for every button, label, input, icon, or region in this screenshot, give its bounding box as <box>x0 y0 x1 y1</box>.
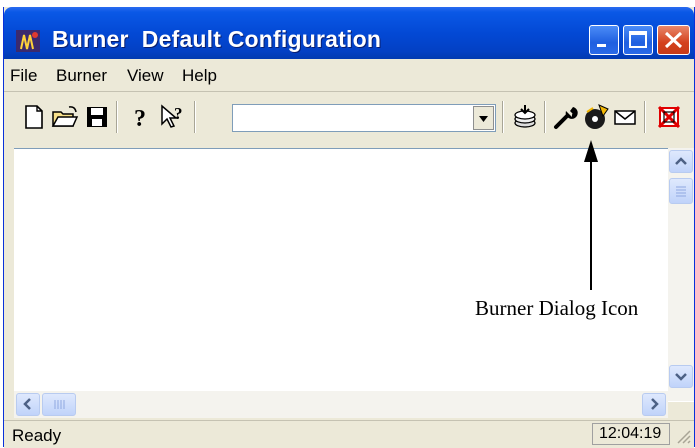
chevron-down-icon <box>675 373 687 381</box>
horizontal-scrollbar[interactable] <box>14 391 668 418</box>
horizontal-scroll-thumb[interactable] <box>42 393 76 416</box>
status-text: Ready <box>12 426 62 445</box>
title-bar[interactable]: Burner Default Configuration <box>4 7 694 59</box>
open-folder-icon[interactable] <box>51 103 79 131</box>
toolbar-separator <box>644 101 646 133</box>
stop-cancel-icon[interactable] <box>655 103 683 131</box>
context-help-icon[interactable]: ? <box>159 103 187 131</box>
new-file-icon[interactable] <box>20 103 48 131</box>
window-title: Burner Default Configuration <box>52 26 382 52</box>
menu-bar: File Burner View Help <box>4 59 694 92</box>
scroll-right-button[interactable] <box>642 393 666 416</box>
svg-text:?: ? <box>174 104 183 123</box>
status-bar: Ready 12:04:19 <box>4 420 694 448</box>
scroll-up-button[interactable] <box>669 150 693 173</box>
burner-dialog-icon[interactable] <box>582 103 610 131</box>
configuration-combo[interactable] <box>232 104 496 132</box>
chevron-down-icon <box>479 116 488 122</box>
svg-text:?: ? <box>134 106 146 131</box>
minimize-button[interactable] <box>589 25 619 55</box>
vertical-scroll-thumb[interactable] <box>669 178 693 204</box>
toolbar-separator <box>194 101 196 133</box>
minimize-icon <box>597 44 606 47</box>
chevron-right-icon <box>651 398 659 410</box>
scroll-down-button[interactable] <box>669 365 693 388</box>
resize-grip-icon[interactable] <box>674 427 692 445</box>
help-icon[interactable]: ? <box>127 103 155 131</box>
toolbar-separator <box>116 101 118 133</box>
disc-stack-icon[interactable] <box>511 103 539 131</box>
app-icon <box>16 30 40 52</box>
chevron-left-icon <box>23 398 31 410</box>
scroll-left-button[interactable] <box>16 393 40 416</box>
grip-icon <box>676 186 686 197</box>
status-clock: 12:04:19 <box>592 423 670 445</box>
menu-burner[interactable]: Burner <box>56 66 107 86</box>
wrench-icon[interactable] <box>552 103 580 131</box>
vertical-scrollbar[interactable] <box>668 148 694 401</box>
close-icon <box>664 31 683 49</box>
menu-file[interactable]: File <box>10 66 37 86</box>
maximize-icon <box>629 31 647 48</box>
combo-dropdown-button[interactable] <box>473 106 494 130</box>
callout-arrow <box>584 140 598 290</box>
toolbar-separator <box>502 101 504 133</box>
toolbar: ? ? <box>4 92 694 147</box>
close-button[interactable] <box>657 25 690 55</box>
callout-label: Burner Dialog Icon <box>475 296 639 320</box>
save-disk-icon[interactable] <box>83 103 111 131</box>
menu-help[interactable]: Help <box>182 66 217 86</box>
chevron-up-icon <box>675 157 687 165</box>
menu-view[interactable]: View <box>127 66 164 86</box>
grip-icon <box>54 400 65 409</box>
toolbar-separator <box>544 101 546 133</box>
maximize-button[interactable] <box>623 25 653 55</box>
mail-envelope-icon[interactable] <box>611 103 639 131</box>
